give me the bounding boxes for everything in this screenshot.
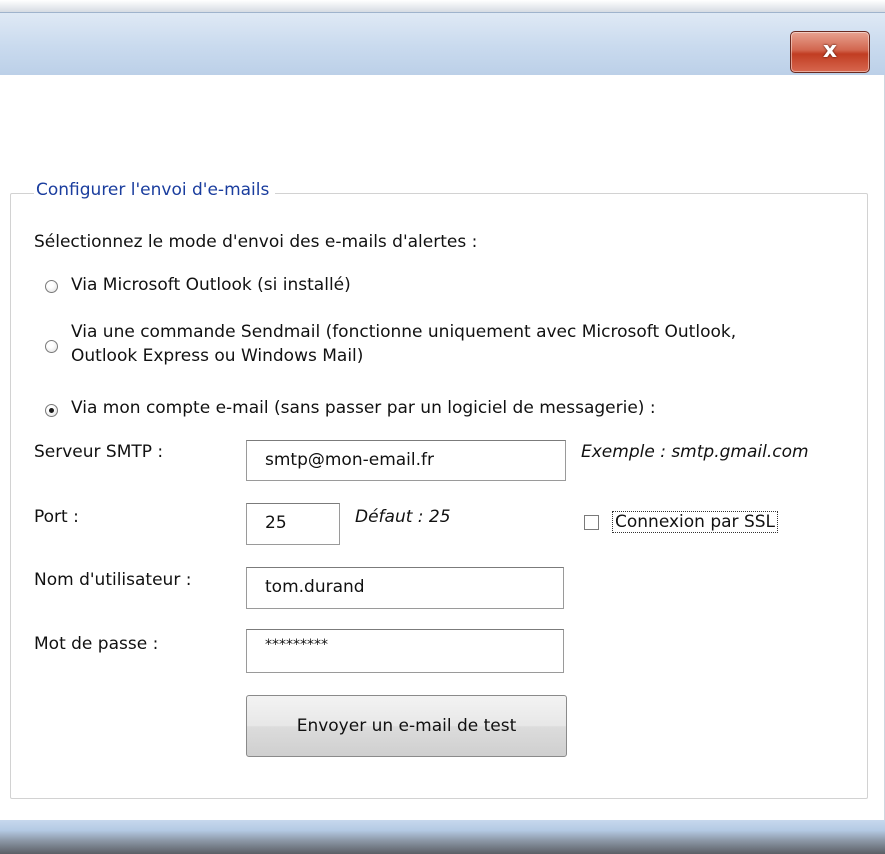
ssl-checkbox-focus[interactable]: Connexion par SSL	[612, 511, 778, 533]
title-bar[interactable]: x	[0, 12, 885, 76]
radio-sendmail-label-line2[interactable]: Outlook Express ou Windows Mail)	[71, 346, 363, 366]
username-label: Nom d'utilisateur :	[34, 570, 192, 590]
smtp-example-hint: Exemple : smtp.gmail.com	[581, 442, 809, 462]
window-bottom-edge	[0, 820, 885, 854]
radio-sendmail[interactable]	[45, 340, 58, 353]
password-label: Mot de passe :	[34, 634, 159, 654]
ssl-checkbox[interactable]	[584, 515, 599, 530]
smtp-label: Serveur SMTP :	[34, 442, 164, 462]
radio-outlook[interactable]	[45, 280, 58, 293]
radio-email-account[interactable]	[45, 404, 58, 417]
close-icon: x	[822, 38, 838, 63]
close-button[interactable]: x	[790, 31, 870, 73]
window-top-edge	[0, 0, 885, 12]
radio-outlook-label[interactable]: Via Microsoft Outlook (si installé)	[71, 275, 351, 295]
mode-instruction: Sélectionnez le mode d'envoi des e-mails…	[34, 232, 478, 252]
port-label: Port :	[34, 507, 79, 527]
password-input[interactable]: *********	[246, 629, 564, 673]
groupbox-title: Configurer l'envoi d'e-mails	[34, 180, 276, 200]
send-test-email-button[interactable]: Envoyer un e-mail de test	[246, 695, 567, 757]
radio-email-account-label[interactable]: Via mon compte e-mail (sans passer par u…	[71, 398, 656, 418]
smtp-server-input[interactable]: smtp@mon-email.fr	[246, 440, 566, 481]
radio-sendmail-label-line1[interactable]: Via une commande Sendmail (fonctionne un…	[71, 322, 736, 342]
port-default-hint: Défaut : 25	[355, 507, 451, 527]
username-input[interactable]: tom.durand	[246, 567, 564, 609]
port-input[interactable]: 25	[246, 503, 340, 545]
ssl-checkbox-label[interactable]: Connexion par SSL	[615, 512, 775, 532]
